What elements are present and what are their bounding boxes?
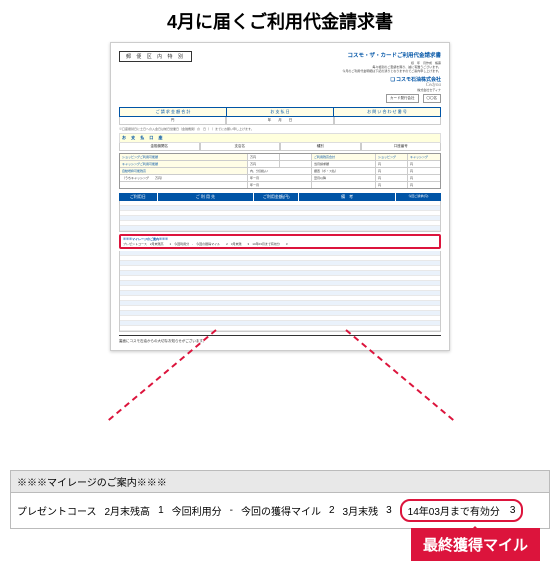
lim-sh: ショッピングご利用可能額 [120,154,248,160]
lim-skv: 万円 [248,161,280,167]
final-miles-tag: 最終獲得マイル [411,528,540,561]
bank-a: 金融機関名 [119,143,200,151]
summary-values: 円 年 月 日 [119,117,441,125]
lim-shv: 万円 [248,154,280,160]
hl-row: プレゼントコース 2月末残高 1 今回利用分 - 今回の獲得マイル 2 3月末残… [123,242,437,247]
transfer-note: ※口座振替日に土日への入金日は前日営業日（金融機関）の 日（ ）までにお願い申し… [119,127,441,131]
hdr-total: ご 請 求 金 額 合 計 [119,107,227,117]
bank-subhead: 金融機関名 支店名 種別 口座番号 [119,143,441,151]
expiry-pill: 14年03月まで有効分 3 [400,499,524,522]
bank-c: 種別 [280,143,361,151]
bank-d: 口座番号 [361,143,442,151]
val-yen: 円 [119,117,226,125]
lim-r5: 年ー月 [248,182,312,188]
v: 円 [408,161,440,167]
card-issuer-label: カード発行会社 [386,94,419,103]
mileage-highlight: ※※※マイレージのご案内※※※ プレゼントコース 2月末残高 1 今回利用分 -… [119,234,441,250]
statement-title: コスモ・ザ・カードご利用代金請求書 [198,51,441,59]
val-ymd: 年 月 日 [226,117,333,125]
uh-c: ご利用金額(円) [254,193,299,201]
hdr-inquiry: お 問 い 合 わ せ 番 号 [334,107,441,117]
lim-r3: 翌月以降 [312,175,376,181]
postal-label: 郵 便 区 内 特 別 [119,51,192,62]
z-dash: - [230,505,233,516]
lim-h3: キャッシング [408,154,440,160]
usage-rows-2 [119,251,441,332]
lim-h2: ショッピング [376,154,408,160]
fine-3: 今月のご利用代金明細は下記の通りとなりますのでご案内申し上げます。 [198,69,441,73]
uh-e: 今回ご請求(円) [396,193,441,201]
back-note: 裏面にコスモ石油からの大切なお知らせがございます。 [119,335,441,344]
page-heading: 4月に届くご利用代金請求書 [0,0,560,42]
lim-r4: 年ー月 [248,175,312,181]
addr: 株式会社セディナ [198,88,441,92]
z-c6: 14年03月まで有効分 [408,503,500,518]
hdr-paydate: お 支 払 日 [227,107,334,117]
lim-auto: 自動増枠可能残高 [120,168,248,174]
statement-sheet: 郵 便 区 内 特 別 コスモ・ザ・カードご利用代金請求書 様 年 月作成 帳票… [110,42,450,351]
lim-r1: 当月請求額 [312,161,376,167]
z-v4: 2 [329,505,335,516]
z-c1: プレゼントコース [17,503,97,518]
lim-h1: ご利用残高合計 [312,154,376,160]
z-c2: 2月末残高 [105,503,151,518]
cosmo-logo: コスモ石油株式会社 [198,76,441,83]
z-c4: 今回の獲得マイル [241,503,321,518]
usage-header: ご利用日 ご 利 用 先 ご利用金額(円) 備 考 今回ご請求(円) [119,193,441,201]
val-inq [334,117,441,125]
usage-rows-1 [119,201,441,232]
v: 円 [376,161,408,167]
z-c3: 今回利用分 [172,503,222,518]
summary-header: ご 請 求 金 額 合 計 お 支 払 日 お 問 い 合 わ せ 番 号 [119,107,441,117]
uh-d: 備 考 [299,193,396,201]
z-v5: 3 [386,505,392,516]
z-c5: 3月末残 [343,503,379,518]
limits-block: ショッピングご利用可能額 万円 ご利用残高合計 ショッピング キャッシング キャ… [119,153,441,189]
bank-b: 支店名 [200,143,281,151]
uh-a: ご利用日 [119,193,158,201]
z-v2: 1 [158,505,164,516]
zoom-head: ※※※マイレージのご案内※※※ [10,470,550,493]
lim-cash: （うちキャッシング 万円） [120,175,248,181]
bank-label: お 支 払 口 座 [119,133,441,143]
lim-sk: キャッシングご利用可能額 [120,161,248,167]
member-box: 〇〇名 [423,94,442,103]
uh-b: ご 利 用 先 [158,193,255,201]
lim-r2: 据置（ボ・ス払） [312,168,376,174]
lim-total: 内、分割払い [248,168,312,174]
z-v6: 3 [510,505,516,516]
